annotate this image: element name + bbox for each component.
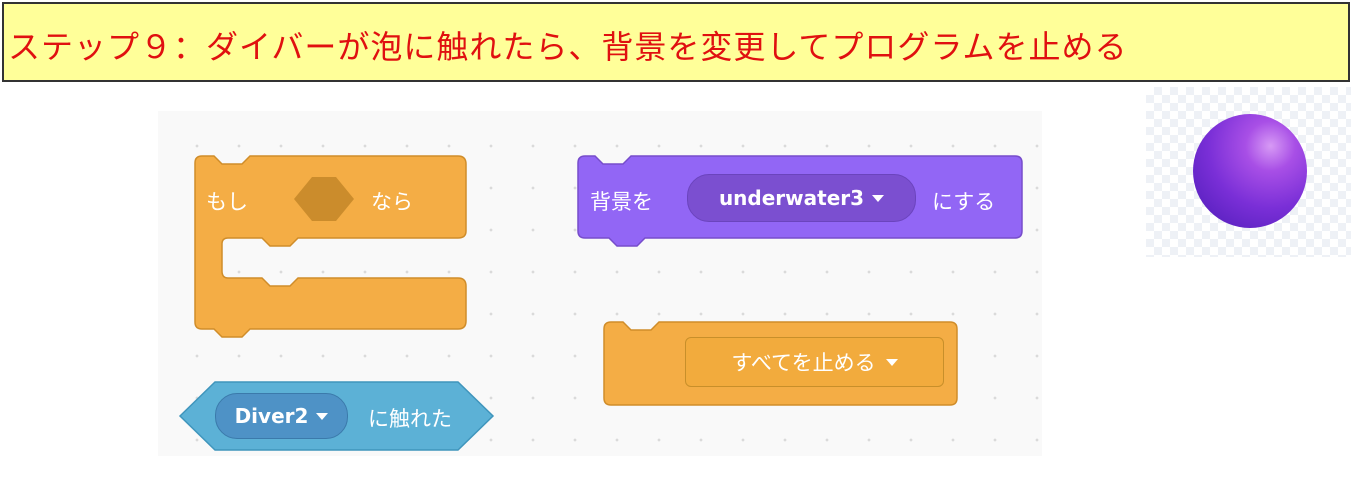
switch-backdrop-prefix: 背景を [590, 190, 653, 214]
if-label: もし [206, 190, 248, 214]
touching-target-value: Diver2 [234, 404, 309, 428]
stop-option-dropdown[interactable]: すべてを止める [685, 337, 944, 387]
chevron-down-icon [872, 194, 885, 202]
bubble-sprite-icon [1193, 114, 1307, 228]
page-title: ステップ９：ダイバーが泡に触れたら、背景を変更してプログラムを止める [8, 28, 1128, 66]
code-workspace[interactable]: もし なら 背景を underwater3 にする すべてを止める Diver2… [158, 111, 1042, 456]
backdrop-value: underwater3 [718, 186, 865, 210]
stop-option-value: すべてを止める [731, 351, 876, 375]
chevron-down-icon [885, 358, 898, 366]
chevron-down-icon [316, 412, 329, 420]
title-banner: ステップ９：ダイバーが泡に触れたら、背景を変更してプログラムを止める [2, 2, 1350, 82]
then-label: なら [371, 190, 413, 214]
sprite-thumbnail [1146, 87, 1351, 257]
touching-target-dropdown[interactable]: Diver2 [215, 393, 348, 439]
switch-backdrop-suffix: にする [932, 190, 996, 214]
touching-suffix: に触れた [368, 407, 452, 431]
backdrop-dropdown[interactable]: underwater3 [687, 174, 916, 222]
